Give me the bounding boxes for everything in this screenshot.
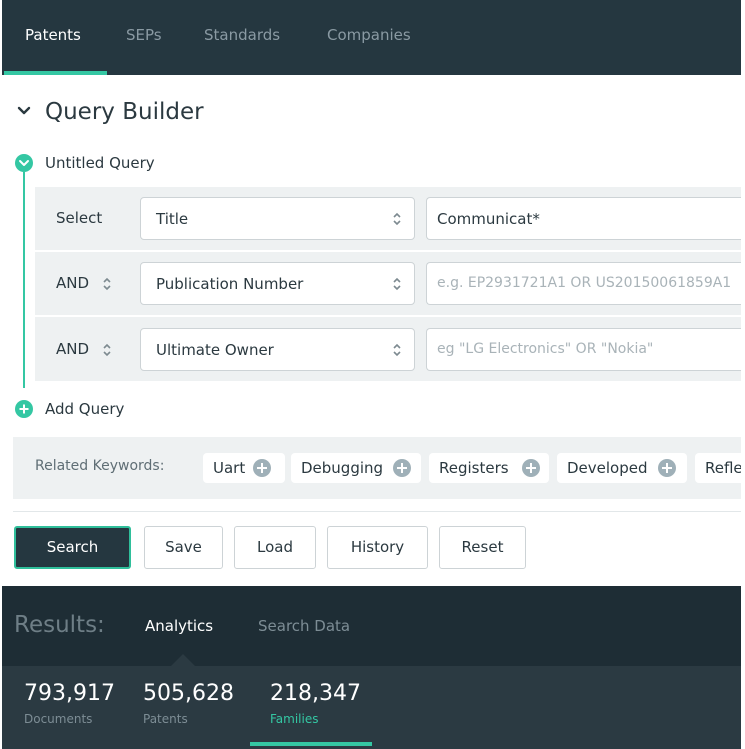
keyword-chip-label: Refle	[705, 459, 741, 477]
keyword-chip-label: Developed	[567, 459, 648, 477]
field-select[interactable]: Ultimate Owner	[140, 328, 415, 371]
sort-arrows-icon	[393, 212, 401, 226]
active-tab-indicator	[4, 71, 107, 75]
stat-value: 218,347	[270, 681, 361, 706]
query-value-text: Communicat*	[437, 210, 540, 228]
publication-number-input[interactable]: e.g. EP2931721A1 OR US20150061859A1	[426, 262, 741, 305]
related-keywords-bar: Related Keywords: Uart Debugging Registe…	[13, 437, 741, 499]
input-placeholder: eg "LG Electronics" OR "Nokia"	[437, 341, 654, 357]
add-query-link[interactable]: Add Query	[45, 400, 124, 418]
minus-circle-icon[interactable]	[15, 154, 33, 172]
stat-label: Documents	[24, 712, 93, 726]
stat-value: 505,628	[143, 681, 234, 706]
field-select[interactable]: Title	[140, 197, 415, 240]
keyword-chip[interactable]: Registers	[429, 453, 549, 483]
operator-label: AND	[56, 274, 90, 292]
ultimate-owner-input[interactable]: eg "LG Electronics" OR "Nokia"	[426, 328, 741, 371]
query-tree-line	[23, 172, 25, 388]
plus-circle-icon	[253, 459, 271, 477]
sort-arrows-icon[interactable]	[102, 276, 112, 292]
results-label: Results:	[14, 612, 105, 638]
operator-label: AND	[56, 340, 90, 358]
row-divider	[35, 315, 741, 317]
tab-companies[interactable]: Companies	[327, 26, 411, 44]
results-header: Results: Analytics Search Data	[2, 586, 741, 666]
sort-arrows-icon[interactable]	[102, 342, 112, 358]
keyword-chip-label: Registers	[439, 459, 509, 477]
keyword-chip-label: Uart	[213, 459, 246, 477]
top-nav: Patents SEPs Standards Companies	[2, 0, 741, 75]
query-name[interactable]: Untitled Query	[45, 154, 155, 172]
stat-value: 793,917	[24, 681, 115, 706]
active-stat-indicator	[250, 742, 372, 746]
stat-label: Families	[270, 712, 319, 726]
field-select[interactable]: Publication Number	[140, 262, 415, 305]
results-stats: 793,917 Documents 505,628 Patents 218,34…	[2, 666, 741, 749]
save-button[interactable]: Save	[144, 526, 223, 569]
plus-circle-icon	[393, 459, 411, 477]
tab-standards[interactable]: Standards	[204, 26, 280, 44]
plus-circle-icon	[522, 459, 540, 477]
sort-arrows-icon	[393, 277, 401, 291]
operator-label: Select	[56, 209, 103, 227]
related-keywords-label: Related Keywords:	[35, 458, 165, 474]
plus-circle-icon[interactable]	[15, 400, 33, 418]
input-placeholder: e.g. EP2931721A1 OR US20150061859A1	[437, 275, 732, 291]
keyword-chip[interactable]: Debugging	[291, 453, 421, 483]
tab-search-data[interactable]: Search Data	[258, 617, 350, 635]
field-select-value: Publication Number	[156, 275, 304, 293]
keyword-chip-label: Debugging	[301, 459, 384, 477]
search-button[interactable]: Search	[14, 526, 131, 569]
keyword-chip[interactable]: Refle	[695, 453, 741, 483]
query-value-input[interactable]: Communicat*	[426, 197, 741, 240]
load-button[interactable]: Load	[234, 526, 316, 569]
keyword-chip[interactable]: Developed	[557, 453, 687, 483]
section-divider	[13, 511, 741, 512]
tab-seps[interactable]: SEPs	[126, 26, 162, 44]
chevron-down-icon[interactable]	[16, 103, 32, 119]
tab-analytics[interactable]: Analytics	[145, 617, 213, 635]
stat-label: Patents	[143, 712, 188, 726]
keyword-chip[interactable]: Uart	[203, 453, 285, 483]
row-divider	[35, 250, 741, 252]
plus-circle-icon	[658, 459, 676, 477]
history-button[interactable]: History	[327, 526, 428, 569]
active-tab-caret	[171, 654, 195, 666]
sort-arrows-icon	[393, 343, 401, 357]
field-select-value: Title	[156, 210, 189, 228]
reset-button[interactable]: Reset	[439, 526, 526, 569]
field-select-value: Ultimate Owner	[156, 341, 274, 359]
query-builder-title: Query Builder	[45, 99, 204, 125]
tab-patents[interactable]: Patents	[25, 26, 81, 44]
